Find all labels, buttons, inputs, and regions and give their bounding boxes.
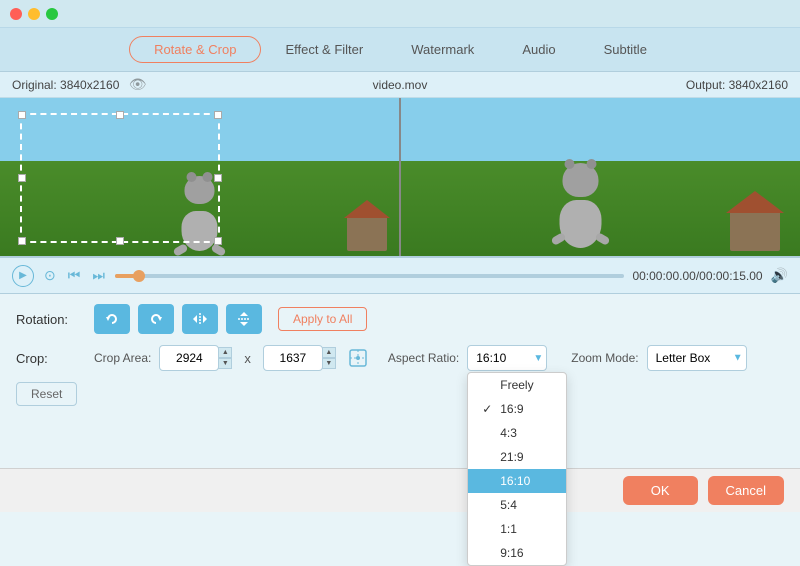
crop-width-down[interactable]: ▼ <box>218 358 232 369</box>
rotation-row: Rotation: <box>16 304 784 334</box>
aspect-option-16-9[interactable]: ✓16:9 <box>468 397 566 421</box>
aspect-ratio-dropdown[interactable]: 16:10 ▼ Freely ✓16:9 4:3 21:9 16:10 <box>467 345 547 371</box>
progress-bar[interactable] <box>115 274 624 278</box>
crop-height-down[interactable]: ▼ <box>322 358 336 369</box>
controls-area: Rotation: <box>0 294 800 416</box>
rotate-ccw-button[interactable] <box>94 304 130 334</box>
bear-body-r <box>560 200 602 248</box>
flip-horizontal-button[interactable] <box>182 304 218 334</box>
aspect-option-5-4[interactable]: 5:4 <box>468 493 566 517</box>
crop-handle-lm[interactable] <box>18 174 26 182</box>
roof-right <box>726 191 784 213</box>
aspect-option-freely[interactable]: Freely <box>468 373 566 397</box>
tab-effect-filter[interactable]: Effect & Filter <box>261 37 387 62</box>
zoom-mode-select[interactable]: Letter Box Pan & Scan Full <box>647 345 747 371</box>
aspect-option-21-9[interactable]: 21:9 <box>468 445 566 469</box>
eye-icon[interactable]: 👁 <box>129 76 147 93</box>
bear-ear-left-r <box>565 159 575 169</box>
zoom-mode-label: Zoom Mode: <box>571 351 638 365</box>
crop-handle-tl[interactable] <box>18 111 26 119</box>
zoom-mode-dropdown[interactable]: Letter Box Pan & Scan Full ▼ <box>647 345 747 371</box>
cancel-button[interactable]: Cancel <box>708 476 784 505</box>
crop-width-up[interactable]: ▲ <box>218 347 232 358</box>
bear-ear-right-r <box>587 159 597 169</box>
progress-thumb <box>133 270 145 282</box>
crop-area-label: Crop Area: <box>94 351 151 365</box>
aspect-ratio-display[interactable]: 16:10 ▼ <box>467 345 547 371</box>
info-bar: Original: 3840x2160 👁 video.mov Output: … <box>0 72 800 98</box>
tab-bar: Rotate & Crop Effect & Filter Watermark … <box>0 28 800 72</box>
next-button[interactable]: ⏭ <box>90 267 107 284</box>
bear-arm-right-r <box>594 232 610 246</box>
bottom-bar: OK Cancel <box>0 468 800 512</box>
preview-left <box>0 98 401 256</box>
checkmark-16-9: ✓ <box>482 402 496 416</box>
center-button[interactable] <box>344 344 372 372</box>
flip-vertical-button[interactable] <box>226 304 262 334</box>
crop-handle-tr[interactable] <box>214 111 222 119</box>
tab-rotate-crop[interactable]: Rotate & Crop <box>129 36 261 63</box>
tab-watermark[interactable]: Watermark <box>387 37 498 62</box>
crop-handle-bl[interactable] <box>18 237 26 245</box>
rotate-cw-button[interactable] <box>138 304 174 334</box>
tab-subtitle[interactable]: Subtitle <box>580 37 671 62</box>
maximize-button[interactable] <box>46 8 58 20</box>
crop-width-input[interactable] <box>159 345 219 371</box>
time-display: 00:00:00.00/00:00:15.00 <box>632 269 762 283</box>
crop-row: Crop: Crop Area: ▲ ▼ x ▲ ▼ <box>16 344 784 372</box>
aspect-option-16-10[interactable]: 16:10 <box>468 469 566 493</box>
crop-handle-bm[interactable] <box>116 237 124 245</box>
reset-button[interactable]: Reset <box>16 382 77 406</box>
video-right <box>401 98 800 256</box>
progress-fill <box>115 274 140 278</box>
aspect-option-1-1[interactable]: 1:1 <box>468 517 566 541</box>
filename: video.mov <box>271 78 530 92</box>
crop-height-up[interactable]: ▲ <box>322 347 336 358</box>
crop-handle-br[interactable] <box>214 237 222 245</box>
title-bar <box>0 0 800 28</box>
bear-figure-right <box>548 163 613 248</box>
crop-handle-rm[interactable] <box>214 174 222 182</box>
aspect-option-4-3[interactable]: 4:3 <box>468 421 566 445</box>
aspect-option-9-16[interactable]: 9:16 <box>468 541 566 565</box>
aspect-ratio-popup: Freely ✓16:9 4:3 21:9 16:10 5:4 <box>467 372 567 566</box>
original-label: Original: 3840x2160 <box>12 78 119 92</box>
crop-label: Crop: <box>16 351 86 366</box>
bear-arm-left <box>172 243 188 256</box>
bear-head-r <box>563 163 599 197</box>
prev-button[interactable]: ⏮ <box>66 267 83 284</box>
original-resolution: Original: 3840x2160 👁 <box>12 76 271 93</box>
aspect-ratio-label: Aspect Ratio: <box>388 351 459 365</box>
output-resolution: Output: 3840x2160 <box>529 78 788 92</box>
close-button[interactable] <box>10 8 22 20</box>
minimize-button[interactable] <box>28 8 40 20</box>
crop-height-arrows: ▲ ▼ <box>322 347 336 369</box>
x-separator: x <box>244 351 251 366</box>
house <box>347 216 387 251</box>
preview-right <box>401 98 800 256</box>
crop-height-spinner: ▲ ▼ <box>263 345 336 371</box>
bear-arm-left-r <box>550 232 566 246</box>
crop-height-input[interactable] <box>263 345 323 371</box>
roof <box>344 200 390 218</box>
video-scene-right <box>401 98 800 256</box>
apply-to-all-button[interactable]: Apply to All <box>278 307 367 331</box>
aspect-ratio-value: 16:10 <box>476 351 506 365</box>
tab-audio[interactable]: Audio <box>498 37 579 62</box>
crop-overlay[interactable] <box>20 113 220 243</box>
playback-bar: ▶ ⊙ ⏮ ⏭ 00:00:00.00/00:00:15.00 🔊 <box>0 258 800 294</box>
ok-button[interactable]: OK <box>623 476 698 505</box>
rotation-label: Rotation: <box>16 312 86 327</box>
house-right <box>730 211 780 251</box>
crop-width-arrows: ▲ ▼ <box>218 347 232 369</box>
volume-icon[interactable]: 🔊 <box>771 267 788 284</box>
crop-handle-tm[interactable] <box>116 111 124 119</box>
traffic-lights <box>10 8 58 20</box>
preview-area <box>0 98 800 258</box>
stop-button[interactable]: ⊙ <box>42 267 58 284</box>
crop-width-spinner: ▲ ▼ <box>159 345 232 371</box>
aspect-ratio-arrow: ▼ <box>533 353 543 364</box>
play-button[interactable]: ▶ <box>12 265 34 287</box>
